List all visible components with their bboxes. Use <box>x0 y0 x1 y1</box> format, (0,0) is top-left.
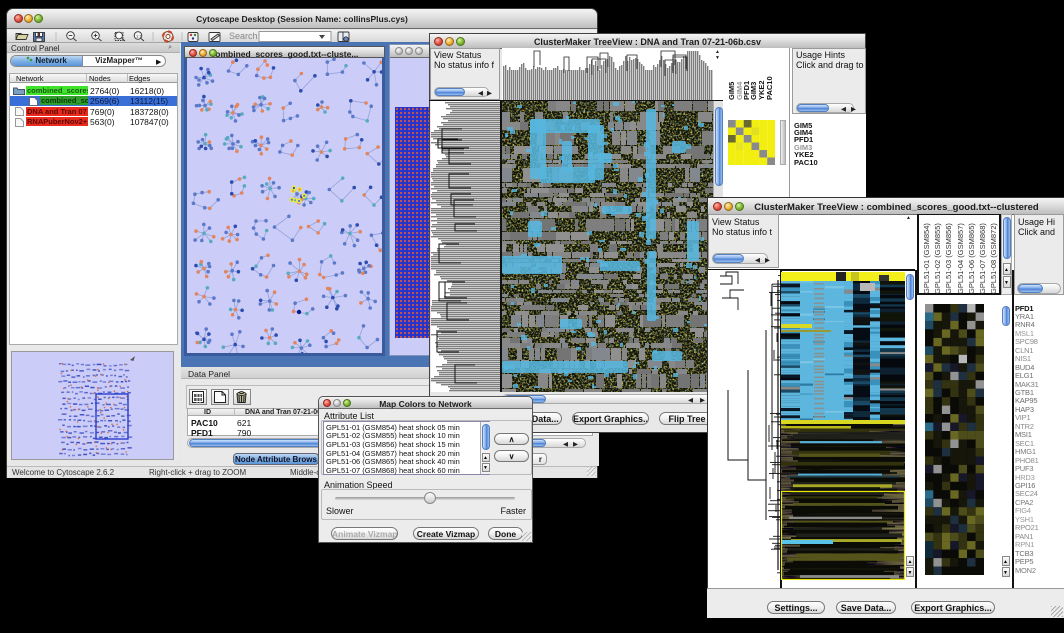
svg-text:1:1: 1:1 <box>136 34 142 39</box>
svg-text:Search:: Search: <box>229 31 260 41</box>
